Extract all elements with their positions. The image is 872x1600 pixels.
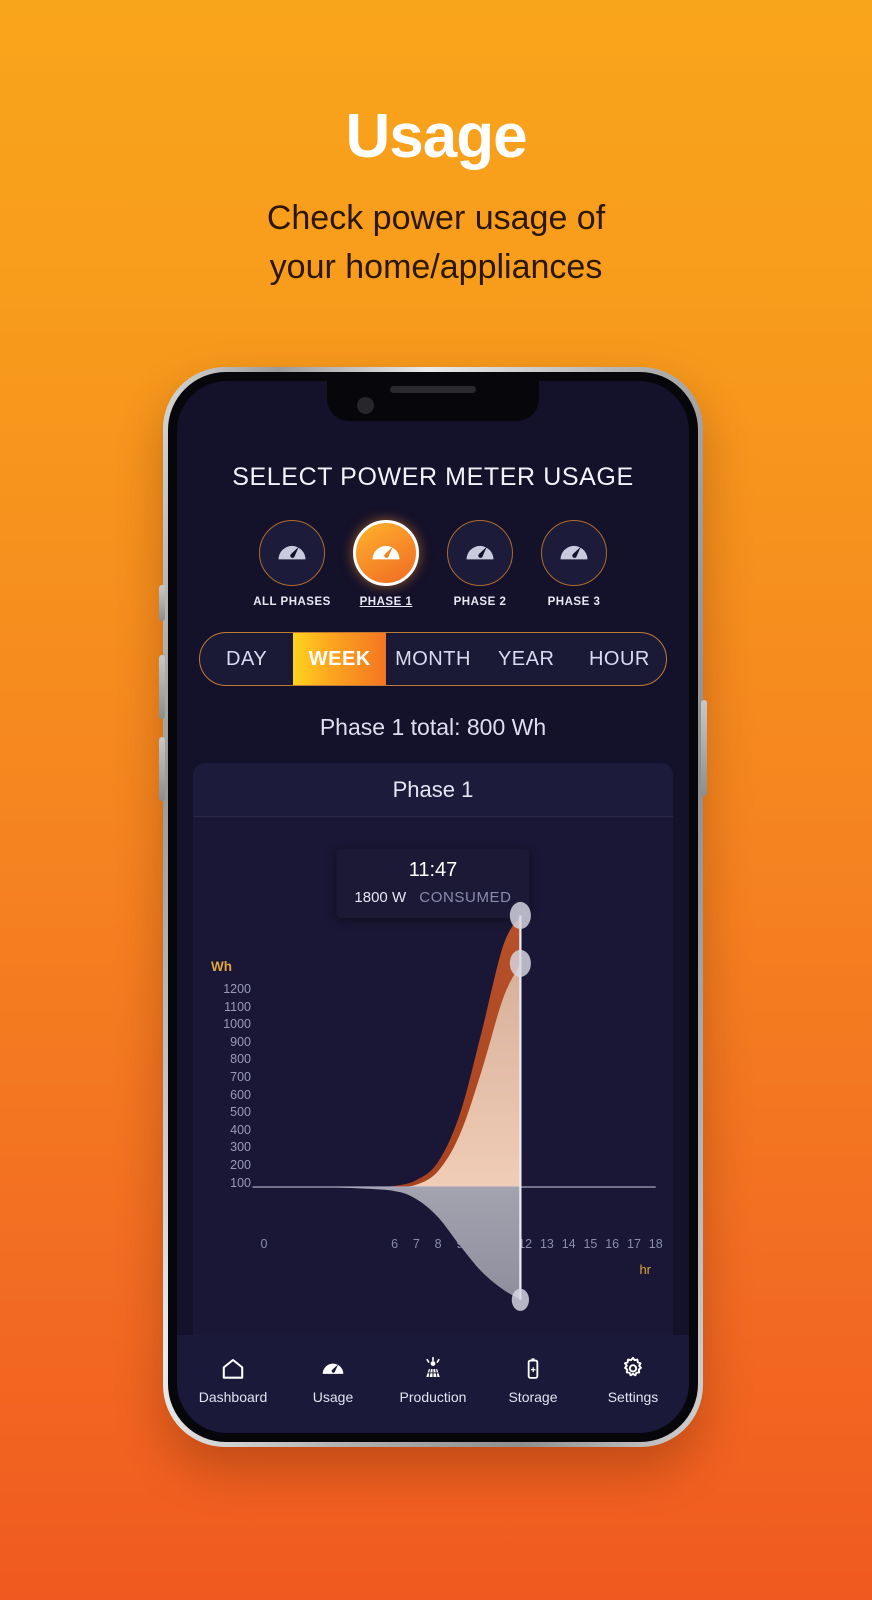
nav-label-usage: Usage (312, 1388, 354, 1405)
phone-bezel: SELECT POWER METER USAGE ALL PHASES PHAS… (168, 372, 698, 1442)
phase-label-phase-1: PHASE 1 (359, 596, 413, 608)
solar-panel-icon (426, 1356, 440, 1377)
chart-plot: Wh 1200 1100 1000 900 800 700 600 500 400 300 200 1… (193, 817, 673, 1335)
promo-header: Usage Check power usage of your home/app… (0, 0, 872, 293)
app-screen-title: SELECT POWER METER USAGE (232, 463, 634, 491)
phone-mute-switch[interactable] (159, 585, 165, 621)
earpiece-speaker-icon (390, 386, 476, 393)
gauge-icon (322, 1363, 344, 1374)
page-subtitle: Check power usage of your home/appliance… (0, 194, 872, 293)
phone-screen: SELECT POWER METER USAGE ALL PHASES PHAS… (177, 381, 689, 1433)
cursor-handle-0[interactable] (509, 901, 531, 930)
range-option-week[interactable]: WEEK (293, 633, 387, 685)
phone-mockup: SELECT POWER METER USAGE ALL PHASES PHAS… (163, 367, 703, 1447)
range-option-year[interactable]: YEAR (480, 633, 573, 685)
gauge-icon (466, 545, 494, 560)
gauge-icon (372, 545, 400, 560)
phone-notch (327, 381, 539, 421)
gauge-icon (560, 545, 588, 560)
nav-label-storage: Storage (508, 1388, 558, 1405)
phase-label-phase-2: PHASE 2 (453, 596, 507, 608)
gauge-icon (278, 545, 306, 560)
subtitle-line-1: Check power usage of (266, 199, 606, 237)
range-selector-wrapper: DAY WEEK MONTH YEAR HOUR (177, 632, 689, 686)
nav-item-settings[interactable]: Settings (589, 1356, 677, 1405)
nav-label-production: Production (399, 1388, 467, 1405)
nav-item-production[interactable]: Production (389, 1356, 477, 1405)
phase-circle-phase-3[interactable] (541, 520, 607, 586)
gear-icon (624, 1356, 642, 1376)
phase-label-all-phases: ALL PHASES (253, 596, 331, 608)
phase-circle-all-phases[interactable] (259, 520, 325, 586)
nav-label-dashboard: Dashboard (198, 1388, 268, 1405)
bottom-navigation: Dashboard Usage Production Storage Setti… (177, 1335, 689, 1433)
phase-label-phase-3: PHASE 3 (547, 596, 601, 608)
range-selector: DAY WEEK MONTH YEAR HOUR (199, 632, 667, 686)
phase-option-all-phases[interactable]: ALL PHASES (253, 520, 331, 608)
nav-item-dashboard[interactable]: Dashboard (189, 1356, 277, 1405)
phase-selector: ALL PHASES PHASE 1 PHASE 2 PHASE 3 (177, 520, 689, 608)
cursor-handle-2[interactable] (511, 1288, 530, 1311)
chart-cursor[interactable] (193, 817, 673, 1335)
phone-volume-up-button[interactable] (159, 655, 165, 719)
phase-total-text: Phase 1 total: 800 Wh (319, 714, 547, 740)
nav-item-storage[interactable]: Storage (489, 1356, 577, 1405)
chart-card: Phase 1 11:47 1800 W CONSUMED Wh 1200 110… (193, 763, 673, 1335)
front-camera-icon (357, 397, 374, 414)
nav-label-settings: Settings (607, 1388, 659, 1405)
page-title: Usage (345, 102, 527, 171)
battery-icon (527, 1357, 539, 1379)
phase-circle-phase-1[interactable] (353, 520, 419, 586)
range-option-month[interactable]: MONTH (386, 633, 479, 685)
cursor-handle-1[interactable] (509, 949, 531, 977)
phase-option-phase-2[interactable]: PHASE 2 (444, 520, 516, 608)
app-container: SELECT POWER METER USAGE ALL PHASES PHAS… (177, 381, 689, 1433)
chart-card-title: Phase 1 (193, 763, 673, 817)
phase-circle-phase-2[interactable] (447, 520, 513, 586)
phase-option-phase-1[interactable]: PHASE 1 (350, 520, 422, 608)
home-icon (222, 1358, 244, 1379)
phone-volume-down-button[interactable] (159, 737, 165, 801)
phone-power-button[interactable] (701, 700, 707, 796)
nav-item-usage[interactable]: Usage (289, 1356, 377, 1405)
range-option-hour[interactable]: HOUR (573, 633, 666, 685)
phase-option-phase-3[interactable]: PHASE 3 (538, 520, 610, 608)
chart-area[interactable]: 11:47 1800 W CONSUMED Wh 1200 1100 1000 900… (193, 817, 673, 1335)
range-option-day[interactable]: DAY (200, 633, 293, 685)
subtitle-line-2: your home/appliances (269, 248, 603, 287)
